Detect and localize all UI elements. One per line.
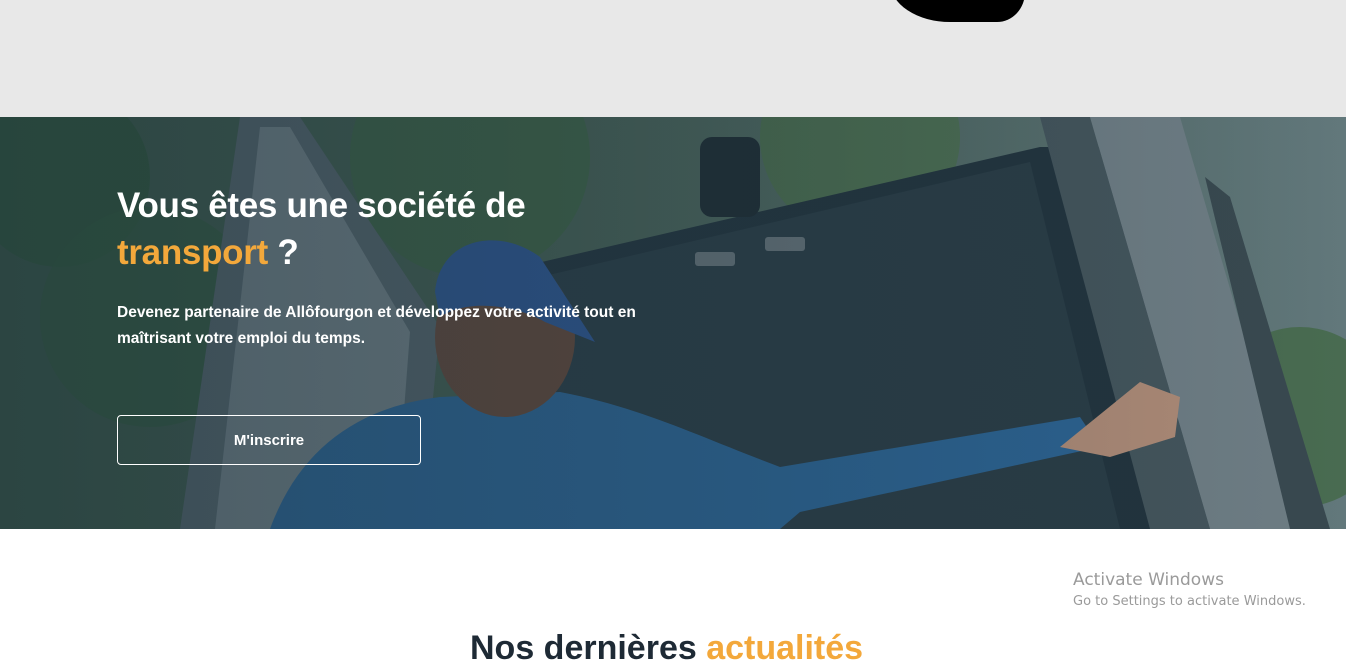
hero-title-accent: transport bbox=[117, 233, 268, 272]
hero-content: Vous êtes une société de transport ? Dev… bbox=[117, 182, 677, 352]
decorative-blob bbox=[890, 0, 1025, 22]
hero-banner: Vous êtes une société de transport ? Dev… bbox=[0, 117, 1346, 529]
watermark-title: Activate Windows bbox=[1073, 570, 1224, 590]
hero-title-text: Vous êtes une société de bbox=[117, 186, 526, 225]
hero-title-suffix: ? bbox=[267, 233, 299, 272]
news-heading-accent: actualités bbox=[706, 629, 864, 667]
news-heading-text: Nos dernières bbox=[470, 629, 707, 667]
news-section-heading: Nos dernières actualités bbox=[470, 628, 863, 668]
hero-description: Devenez partenaire de Allôfourgon et dév… bbox=[117, 304, 636, 347]
watermark-subtitle: Go to Settings to activate Windows. bbox=[1073, 594, 1306, 609]
signup-button[interactable]: M'inscrire bbox=[117, 415, 421, 465]
top-band bbox=[0, 0, 1346, 117]
windows-activation-watermark: Activate Windows Go to Settings to activ… bbox=[1073, 569, 1306, 612]
hero-title: Vous êtes une société de transport ? bbox=[117, 182, 677, 276]
